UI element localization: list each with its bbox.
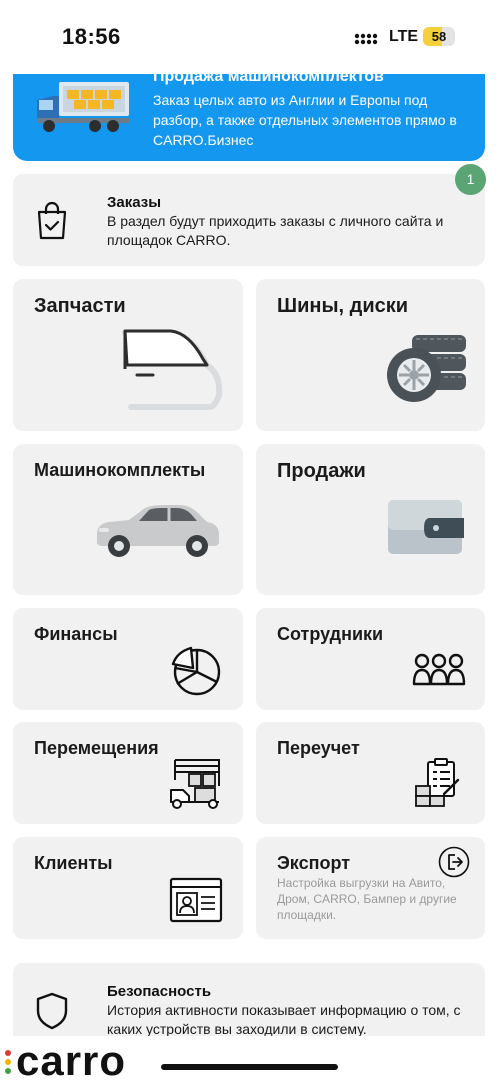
tile-sales[interactable]: Продажи [256,444,485,595]
banner-text: Заказ целых авто из Англии и Европы под … [153,92,457,148]
people-icon [412,653,466,686]
tile-parts[interactable]: Запчасти [13,279,243,431]
tile-export[interactable]: Экспорт Настройка выгрузки на Авито, Дро… [256,837,485,939]
tile-parts-title: Запчасти [34,295,126,317]
tile-car-kits-title: Машинокомплекты [34,460,206,480]
notification-badge: 1 [455,164,486,195]
status-time: 18:56 [62,24,121,49]
shopping-bag-icon [37,201,67,240]
warehouse-truck-icon [170,759,220,809]
tires-icon [387,335,466,402]
id-card-icon [169,877,223,923]
tile-finance-title: Финансы [34,624,118,644]
security-description: История активности показывает информацию… [107,1002,461,1037]
orders-title: Заказы [107,194,162,211]
export-icon [438,846,470,878]
signal-icon [354,33,378,45]
shield-icon [36,992,68,1030]
tile-sales-title: Продажи [277,460,366,482]
orders-card[interactable]: Заказы В раздел будут приходить заказы с… [13,174,485,266]
tile-transfers[interactable]: Перемещения [13,722,243,824]
security-title: Безопасность [107,983,212,1000]
tile-recount-title: Переучет [277,738,360,758]
pie-chart-icon [171,646,221,696]
car-door-icon [122,329,223,410]
tile-recount[interactable]: Переучет [256,722,485,824]
home-indicator[interactable] [161,1064,338,1070]
tile-tires[interactable]: Шины, диски [256,279,485,431]
tile-staff-title: Сотрудники [277,624,384,644]
tile-tires-title: Шины, диски [277,295,409,317]
wallet-icon [388,500,464,554]
tile-export-title: Экспорт [277,853,351,873]
car-icon [97,505,219,557]
status-bar: 18:56 LTE 58 [0,0,498,74]
tile-finance[interactable]: Финансы [13,608,243,710]
carro-logo: carro [16,1037,127,1080]
battery-percent: 58 [431,29,447,44]
tile-clients[interactable]: Клиенты [13,837,243,939]
truck-icon [37,82,129,132]
network-type: LTE [389,28,419,45]
orders-description: В раздел будут приходить заказы с личног… [107,213,444,248]
tile-export-subtitle: Настройка выгрузки на Авито, Дром, CARRO… [277,876,457,922]
tile-transfers-title: Перемещения [34,738,159,758]
tile-car-kits[interactable]: Машинокомплекты [13,444,243,595]
tile-clients-title: Клиенты [34,853,113,873]
battery-icon: 58 [423,27,455,46]
tile-staff[interactable]: Сотрудники [256,608,485,710]
inventory-clipboard-icon [415,758,460,807]
logo-dots-icon [5,1050,11,1074]
bottom-bar: carro [0,1036,498,1080]
